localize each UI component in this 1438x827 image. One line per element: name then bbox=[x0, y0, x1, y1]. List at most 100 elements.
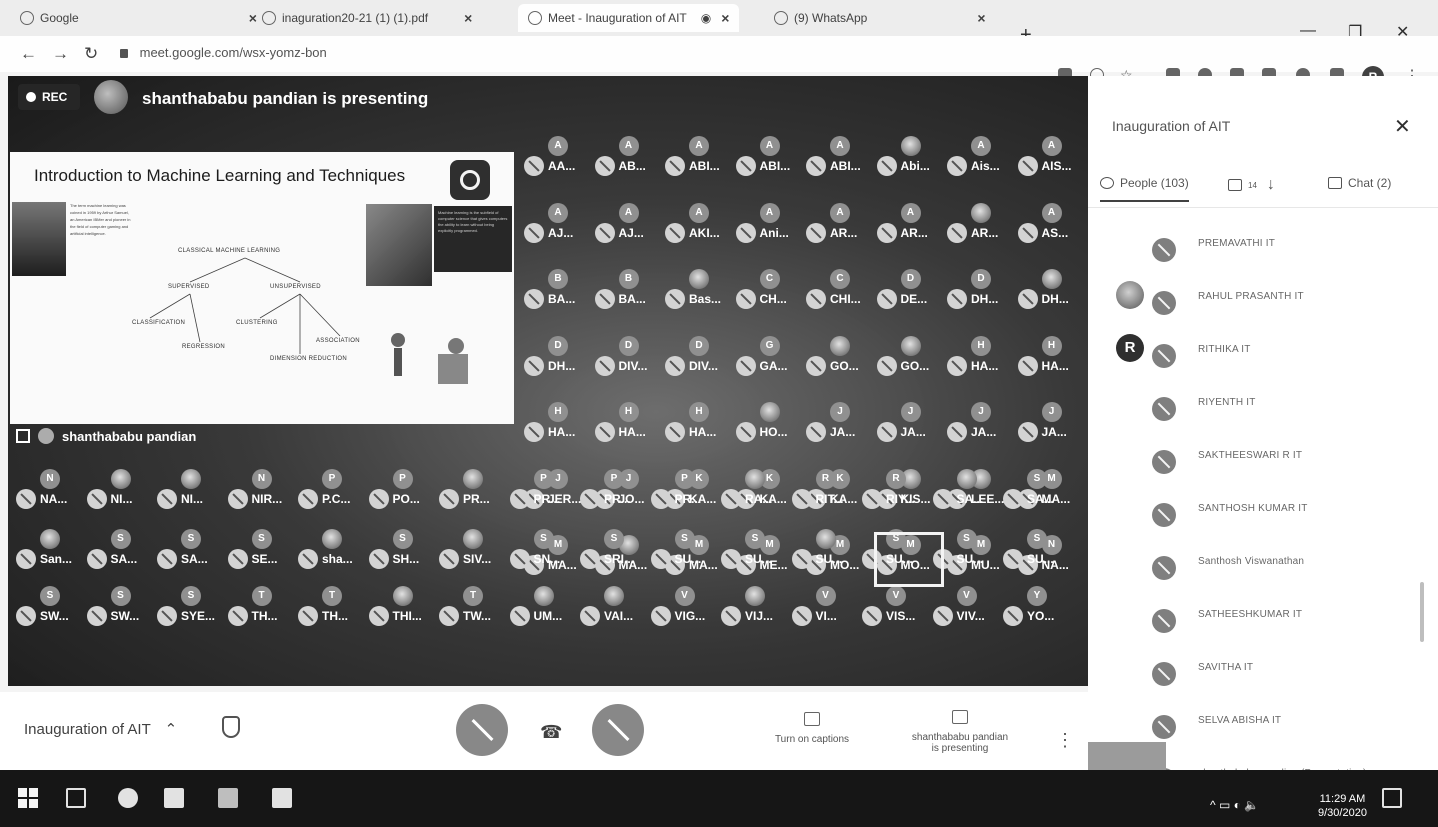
presentation-slide[interactable]: Introduction to Machine Learning and Tec… bbox=[10, 152, 514, 424]
mic-off-icon bbox=[227, 549, 248, 569]
mic-off-icon bbox=[157, 549, 177, 569]
shield-icon[interactable] bbox=[222, 716, 240, 738]
participant-name: VI... bbox=[815, 609, 837, 623]
slide-portrait-photo bbox=[12, 202, 66, 276]
captions-icon bbox=[804, 712, 820, 726]
taskbar-clock[interactable]: 11:29 AM 9/30/2020 bbox=[1318, 792, 1367, 820]
word-icon[interactable] bbox=[164, 788, 184, 808]
participant-avatar: A bbox=[759, 136, 780, 156]
browser-tab-bar: Google × inaguration20-21 (1) (1).pdf × … bbox=[0, 0, 1438, 46]
participant-name: TH... bbox=[322, 609, 348, 623]
hang-up-button[interactable]: ☎ bbox=[540, 722, 562, 743]
meeting-controls-bar: Inauguration of AIT ⌃ ☎ Turn on captions… bbox=[0, 692, 1088, 770]
participant-avatar bbox=[392, 586, 413, 606]
participant-avatar bbox=[689, 269, 709, 289]
tab-pdf[interactable]: inaguration20-21 (1) (1).pdf × bbox=[262, 4, 472, 32]
person-row[interactable]: SANTHOSH KUMAR IT bbox=[1116, 491, 1416, 531]
chrome-icon[interactable] bbox=[118, 788, 138, 808]
tab-whatsapp[interactable]: (9) WhatsApp × bbox=[774, 4, 986, 32]
mic-off-icon bbox=[876, 289, 897, 309]
screen: Google × inaguration20-21 (1) (1).pdf × … bbox=[0, 0, 1438, 827]
mic-off-icon bbox=[876, 156, 897, 176]
person-row[interactable]: SAVITHA IT bbox=[1116, 650, 1416, 690]
participant-avatar: P bbox=[392, 469, 413, 489]
task-view-icon[interactable] bbox=[66, 788, 86, 808]
participant-name: P.C... bbox=[322, 492, 351, 506]
person-row[interactable]: RAHUL PRASANTH IT bbox=[1116, 279, 1416, 319]
mic-off-icon bbox=[524, 422, 544, 442]
captions-button[interactable]: Turn on captions bbox=[762, 712, 862, 745]
tab-chat[interactable]: Chat (2) bbox=[1328, 176, 1391, 190]
file-explorer-icon[interactable] bbox=[218, 788, 238, 808]
person-row[interactable]: SATHEESHKUMAR IT bbox=[1116, 597, 1416, 637]
participant-avatar: D bbox=[971, 269, 991, 289]
person-row[interactable]: R RITHIKA IT bbox=[1116, 332, 1416, 372]
mic-off-icon bbox=[16, 489, 36, 509]
person-row[interactable]: SELVA ABISHA IT bbox=[1116, 703, 1416, 743]
notifications-icon[interactable] bbox=[1382, 788, 1402, 808]
mic-off-icon bbox=[594, 156, 615, 176]
person-row[interactable]: RIYENTH IT bbox=[1116, 385, 1416, 425]
meet-video-grid: REC shanthababu pandian is presenting In… bbox=[8, 76, 1088, 686]
mic-off-icon bbox=[86, 489, 107, 509]
windows-start-icon[interactable] bbox=[18, 788, 38, 808]
presenting-button[interactable]: shanthababu pandian is presenting bbox=[890, 710, 1030, 754]
presenter-tile-bar[interactable]: shanthababu pandian bbox=[16, 426, 196, 446]
chat-icon bbox=[1328, 177, 1342, 189]
tab-google[interactable]: Google × bbox=[20, 4, 257, 32]
mic-off-icon bbox=[876, 422, 897, 442]
close-tab-icon[interactable]: × bbox=[249, 10, 257, 26]
participant-name: PR... bbox=[533, 492, 561, 506]
people-list-scrollbar[interactable] bbox=[1420, 582, 1424, 642]
people-icon bbox=[1100, 177, 1114, 189]
participant-name: AB... bbox=[618, 159, 646, 173]
person-row[interactable]: PREMAVATHI IT bbox=[1116, 226, 1416, 266]
participant-name: DE... bbox=[900, 292, 928, 306]
mic-off-icon bbox=[594, 422, 615, 442]
participant-avatar: H bbox=[689, 402, 709, 422]
record-dot-icon bbox=[26, 92, 36, 102]
reload-button[interactable]: ↻ bbox=[84, 44, 98, 64]
url-field[interactable]: meet.google.com/wsx-yomz-bon bbox=[120, 45, 327, 60]
mic-off-icon bbox=[947, 156, 967, 176]
back-button[interactable]: ← bbox=[20, 44, 37, 64]
tab-activities[interactable]: 14 ↓ bbox=[1228, 176, 1275, 194]
participant-name: RIY... bbox=[886, 492, 915, 506]
tab-people[interactable]: People (103) bbox=[1100, 176, 1189, 202]
participant-avatar bbox=[533, 586, 554, 606]
participant-avatar: S bbox=[392, 529, 413, 549]
meeting-details-button[interactable]: Inauguration of AIT ⌃ bbox=[24, 720, 177, 738]
forward-button[interactable]: → bbox=[52, 44, 69, 64]
slide-portrait-photo bbox=[366, 204, 432, 286]
participant-name: SU... bbox=[674, 552, 702, 566]
system-tray[interactable]: ^ ▭ ◐ 🔈 bbox=[1210, 798, 1259, 812]
participant-name: JA... bbox=[830, 425, 856, 439]
participant-avatar: G bbox=[759, 335, 780, 356]
participant-name: AR... bbox=[830, 225, 858, 240]
tab-title: Google bbox=[40, 11, 79, 25]
tab-meet[interactable]: Meet - Inauguration of AIT ◉ × bbox=[518, 4, 740, 32]
person-row[interactable]: SAKTHEESWARI R IT bbox=[1116, 438, 1416, 478]
participant-name: ABI... bbox=[689, 159, 720, 173]
close-tab-icon[interactable]: × bbox=[721, 10, 729, 26]
meeting-name: Inauguration of AIT bbox=[24, 721, 151, 738]
participant-avatar: S bbox=[956, 529, 977, 549]
participant-avatar: D bbox=[548, 335, 568, 356]
participant-avatar: A bbox=[759, 202, 780, 223]
mic-off-icon bbox=[594, 289, 615, 309]
more-options-icon[interactable]: ⋮ bbox=[1056, 730, 1074, 751]
person-avatar: R bbox=[1116, 334, 1144, 362]
close-tab-icon[interactable]: × bbox=[977, 10, 985, 26]
presenting-label: shanthababu pandian is presenting bbox=[911, 732, 1009, 754]
camera-off-button[interactable] bbox=[592, 704, 644, 756]
participant-name: GO... bbox=[900, 358, 930, 373]
person-row[interactable]: Santhosh Viswanathan bbox=[1116, 544, 1416, 584]
participant-avatar: A bbox=[1041, 202, 1062, 223]
mic-off-button[interactable] bbox=[456, 704, 508, 756]
participant-avatar: J bbox=[1041, 402, 1062, 422]
mic-off-icon bbox=[721, 489, 741, 509]
mic-off-icon bbox=[876, 222, 897, 243]
close-tab-icon[interactable]: × bbox=[464, 10, 472, 26]
app-icon[interactable] bbox=[272, 788, 292, 808]
close-panel-button[interactable]: ✕ bbox=[1394, 114, 1411, 139]
